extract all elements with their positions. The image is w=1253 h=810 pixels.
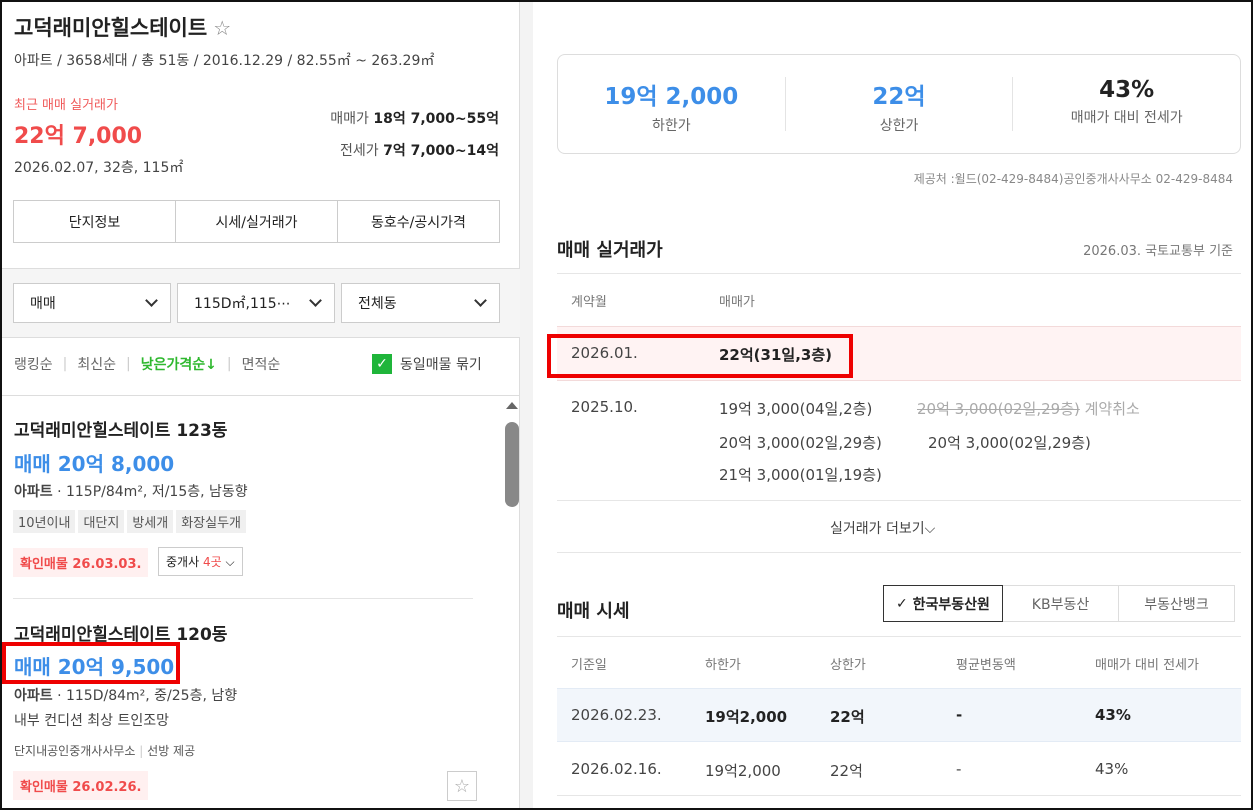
chevron-down-icon: ⌵ xyxy=(924,521,936,537)
sort-ranking[interactable]: 랭킹순 xyxy=(14,354,53,374)
recent-price: 22억 7,000 xyxy=(14,124,143,149)
complex-title: 고덕래미안힐스테이트 ☆ xyxy=(14,12,231,42)
listing-title[interactable]: 고덕래미안힐스테이트 123동 xyxy=(14,416,227,441)
cell-high: 22억 xyxy=(830,708,865,726)
source-reb[interactable]: ✓ 한국부동산원 xyxy=(883,585,1003,622)
listing-desc: 아파트 · 115P/84m², 저/15층, 남동향 xyxy=(14,484,248,500)
complex-meta: 아파트 / 3658세대 / 총 51동 / 2016.12.29 / 82.5… xyxy=(14,53,435,69)
highlight-box xyxy=(2,642,180,684)
cell-ratio: 43% xyxy=(1095,706,1131,724)
complex-panel: 고덕래미안힐스테이트 ☆ 아파트 / 3658세대 / 총 51동 / 2016.… xyxy=(0,0,520,810)
listing-price: 매매 20억 8,000 xyxy=(14,452,175,476)
sort-low-price[interactable]: 낮은가격순↓ xyxy=(141,354,217,374)
agents-dropdown[interactable]: 중개사 4곳 ⌵ xyxy=(158,547,243,576)
building-value: 전체동 xyxy=(358,296,397,312)
tab-units[interactable]: 동호수/공시가격 xyxy=(338,201,499,242)
cancelled-deal: 20억 3,000(02일,29층) 계약취소 xyxy=(917,400,1140,418)
chevron-down-icon: ⌵ xyxy=(225,555,235,569)
listing-tags: 10년이내 대단지 방세개 화장실두개 xyxy=(13,510,249,533)
provider-text: 제공처 :윌드(02-429-8484)공인중개사사무소 02-429-8484 xyxy=(913,172,1233,186)
row-deal: 20억 3,000(02일,29층) xyxy=(719,434,882,452)
tab-price[interactable]: 시세/실거래가 xyxy=(176,201,338,242)
price-summary: 19억 2,000 하한가 22억 상한가 43% 매매가 대비 전세가 xyxy=(557,54,1241,154)
jeonse-range: 전세가 7억 7,000~14억 xyxy=(340,140,499,160)
col-price: 매매가 xyxy=(719,295,755,310)
price-panel: 19억 2,000 하한가 22억 상한가 43% 매매가 대비 전세가 제공처 :윌… xyxy=(533,0,1253,810)
tag: 10년이내 xyxy=(13,510,76,533)
confirmed-badge: 확인매물 26.02.26. xyxy=(13,771,149,800)
area-select[interactable]: 115D㎡,115⋯ xyxy=(177,283,335,323)
cell-date: 2026.02.23. xyxy=(571,706,662,724)
complex-name: 고덕래미안힐스테이트 xyxy=(14,16,208,40)
panel-divider xyxy=(520,0,533,810)
favorite-star-icon[interactable]: ☆ xyxy=(447,771,477,801)
sort-area[interactable]: 면적순 xyxy=(242,354,281,374)
col-change: 평균변동액 xyxy=(956,658,1016,673)
transactions-basis: 2026.03. 국토교통부 기준 xyxy=(1083,244,1233,259)
summary-high: 22억 상한가 xyxy=(786,77,1014,134)
transactions-title: 매매 실거래가 xyxy=(557,240,663,261)
jeonse-range-label: 전세가 xyxy=(340,143,379,159)
tab-complex-info[interactable]: 단지정보 xyxy=(14,201,176,242)
summary-jeonse-ratio: 43% 매매가 대비 전세가 xyxy=(1070,77,1183,126)
building-select[interactable]: 전체동 xyxy=(341,283,500,323)
sale-range: 매매가 18억 7,000~55억 xyxy=(330,108,499,128)
favorite-star-icon[interactable]: ☆ xyxy=(213,16,231,40)
scrollbar-thumb[interactable] xyxy=(505,422,519,507)
recent-price-detail: 2026.02.07, 32층, 115㎡ xyxy=(14,160,184,176)
summary-low: 19억 2,000 하한가 xyxy=(558,77,786,134)
listing-note: 내부 컨디션 최상 트인조망 xyxy=(14,713,170,729)
recent-price-label: 최근 매매 실거래가 xyxy=(14,98,118,113)
sort-latest[interactable]: 최신순 xyxy=(77,354,116,374)
cell-low: 19억2,000 xyxy=(705,708,788,726)
sale-range-label: 매매가 xyxy=(330,111,369,127)
row-deal: 21억 3,000(01일,19층) xyxy=(719,466,882,484)
group-same-label: 동일매물 묶기 xyxy=(400,357,482,373)
listing-desc: 아파트 · 115D/84m², 중/25층, 남향 xyxy=(14,688,238,704)
source-bank[interactable]: 부동산뱅크 xyxy=(1118,585,1235,622)
scroll-up-arrow-icon[interactable] xyxy=(506,402,518,409)
tag: 대단지 xyxy=(78,510,125,533)
cell-ratio: 43% xyxy=(1095,760,1129,778)
market-title: 매매 시세 xyxy=(557,601,630,622)
cell-change: - xyxy=(956,760,962,778)
sale-range-value: 18억 7,000~55억 xyxy=(373,111,499,127)
col-date: 기준일 xyxy=(571,658,607,673)
row-deal: 19억 3,000(04일,2층) xyxy=(719,400,873,418)
source-kb[interactable]: KB부동산 xyxy=(1002,585,1119,622)
cell-date: 2026.02.16. xyxy=(571,760,662,778)
col-high: 상한가 xyxy=(830,658,866,673)
trade-type-select[interactable]: 매매 xyxy=(13,283,171,323)
complex-tabs: 단지정보 시세/실거래가 동호수/공시가격 xyxy=(13,200,500,243)
source-segmented: ✓ 한국부동산원 KB부동산 부동산뱅크 xyxy=(883,585,1235,622)
col-month: 계약월 xyxy=(571,295,607,310)
group-same-toggle[interactable]: ✓ 동일매물 묶기 xyxy=(372,354,482,374)
chevron-down-icon xyxy=(474,294,487,307)
cell-change: - xyxy=(956,706,963,724)
listing-source: 단지내공인중개사사무소 | 선방 제공 xyxy=(14,744,196,758)
col-low: 하한가 xyxy=(705,658,741,673)
chevron-down-icon xyxy=(309,294,322,307)
jeonse-range-value: 7억 7,000~14억 xyxy=(383,143,499,159)
cell-low: 19억2,000 xyxy=(705,762,781,780)
tag: 화장실두개 xyxy=(176,510,247,533)
chevron-down-icon xyxy=(145,294,158,307)
area-value: 115D㎡,115⋯ xyxy=(194,296,291,312)
sort-options: 랭킹순 | 최신순 | 낮은가격순↓ | 면적순 xyxy=(14,354,281,374)
more-transactions-button[interactable]: 실거래가 더보기⌵ xyxy=(830,518,935,538)
highlight-box xyxy=(547,334,853,378)
trade-type-value: 매매 xyxy=(30,296,56,312)
cell-high: 22억 xyxy=(830,762,863,780)
tag: 방세개 xyxy=(127,510,174,533)
col-ratio: 매매가 대비 전세가 xyxy=(1095,658,1199,673)
row-month: 2025.10. xyxy=(571,398,638,416)
checkbox-checked-icon[interactable]: ✓ xyxy=(372,354,392,374)
confirmed-badge: 확인매물 26.03.03. xyxy=(13,548,149,577)
row-deal: 20억 3,000(02일,29층) xyxy=(928,434,1091,452)
